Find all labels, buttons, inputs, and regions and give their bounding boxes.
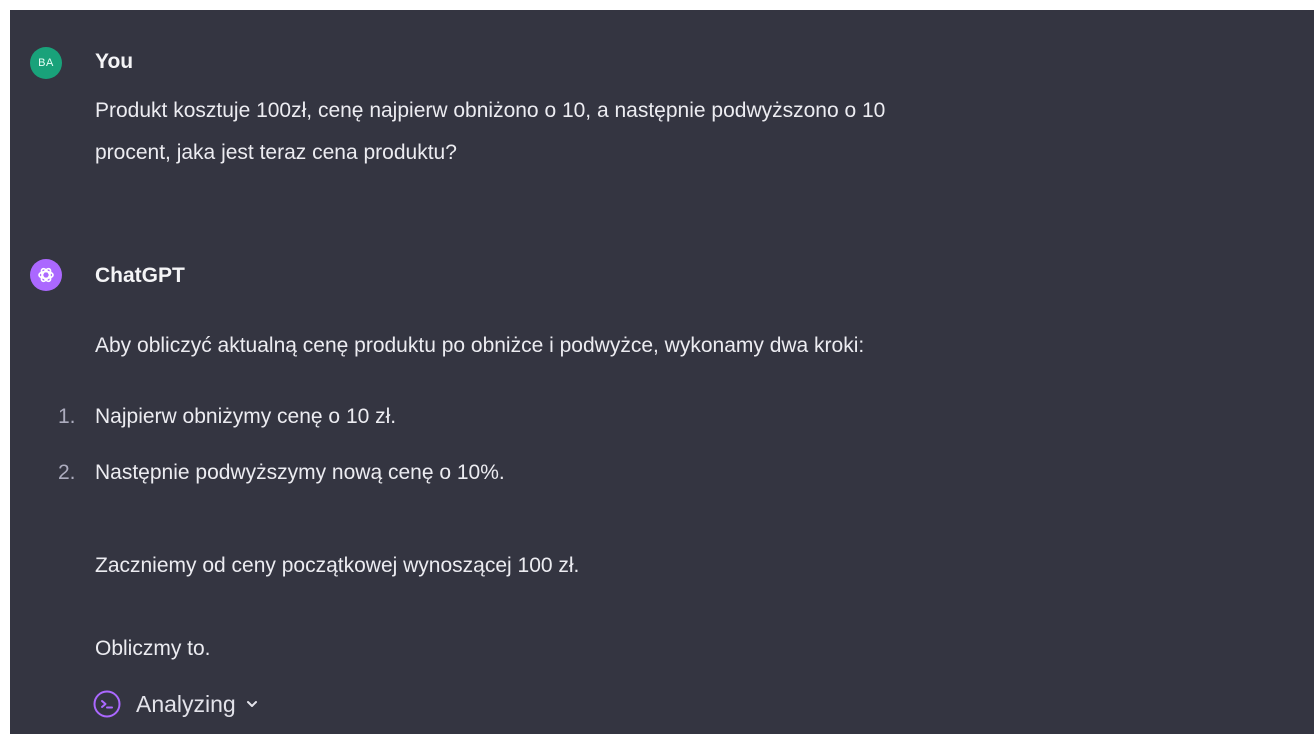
list-item-number: 2.: [58, 461, 76, 484]
assistant-author-name: ChatGPT: [95, 264, 185, 287]
list-item-text: Następnie podwyższymy nową cenę o 10%.: [95, 461, 505, 484]
user-author-name: You: [95, 50, 134, 73]
user-message-text: Produkt kosztuje 100zł, cenę najpierw ob…: [95, 92, 1275, 172]
analyzing-label: Analyzing: [136, 690, 236, 717]
list-item-number: 1.: [58, 405, 76, 428]
user-message: BA You Produkt kosztuje 100zł, cenę najp…: [10, 10, 1314, 210]
analyzing-toggle[interactable]: Analyzing: [92, 687, 259, 721]
assistant-intro-text: Aby obliczyć aktualną cenę produktu po o…: [95, 334, 865, 357]
steps-list: 1. Najpierw obniżymy cenę o 10 zł. 2. Na…: [58, 400, 505, 512]
code-interpreter-spinner-icon: [93, 690, 121, 718]
assistant-paragraph: Zaczniemy od ceny początkowej wynoszącej…: [95, 554, 580, 577]
openai-logo-icon: [38, 267, 54, 283]
assistant-paragraph: Obliczmy to.: [95, 637, 211, 660]
list-item: 1. Najpierw obniżymy cenę o 10 zł.: [58, 400, 505, 456]
user-message-line: Produkt kosztuje 100zł, cenę najpierw ob…: [95, 99, 886, 122]
list-item: 2. Następnie podwyższymy nową cenę o 10%…: [58, 456, 505, 512]
chevron-down-icon: [246, 701, 257, 707]
list-item-text: Najpierw obniżymy cenę o 10 zł.: [95, 405, 397, 428]
user-message-line: procent, jaka jest teraz cena produktu?: [95, 141, 457, 164]
user-avatar-initials: BA: [38, 57, 54, 69]
user-avatar: BA: [30, 47, 62, 79]
chat-conversation: BA You Produkt kosztuje 100zł, cenę najp…: [10, 10, 1314, 734]
assistant-avatar: [30, 259, 62, 291]
